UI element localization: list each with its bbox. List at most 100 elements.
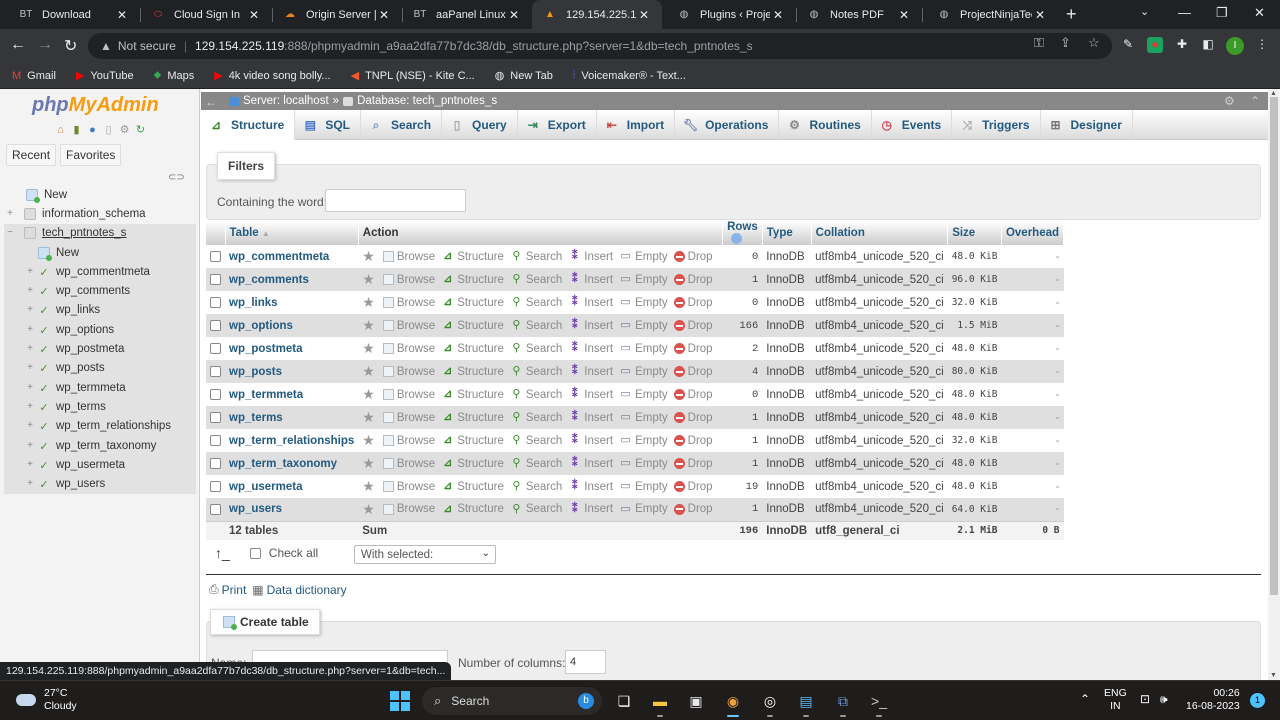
eyedropper-extension-icon[interactable]: ✎ xyxy=(1120,37,1136,53)
browser-tab[interactable]: ◍ Plugins ‹ ProjectN ✕ xyxy=(666,0,796,29)
action-search[interactable]: ⚲ Search xyxy=(510,480,562,493)
table-name-link[interactable]: wp_term_relationships xyxy=(229,435,354,447)
table-name-link[interactable]: wp_links xyxy=(229,297,278,309)
browser-tab[interactable]: ⬭ Cloud Sign In ✕ xyxy=(140,0,272,29)
minimize-button[interactable]: — xyxy=(1178,5,1191,20)
action-drop[interactable]: Drop xyxy=(673,274,713,286)
notifications-badge[interactable]: 1 xyxy=(1250,693,1265,708)
network-app-icon[interactable]: ⧉ xyxy=(831,689,855,717)
bookmark-video[interactable]: ▶ 4k video song bolly... xyxy=(214,69,330,83)
action-search[interactable]: ⚲ Search xyxy=(510,319,562,332)
action-drop[interactable]: Drop xyxy=(673,320,713,332)
col-header-rows[interactable]: Rows xyxy=(722,221,763,245)
key-icon[interactable]: ⚿ xyxy=(1034,35,1044,51)
action-structure[interactable]: ⊿ Structure xyxy=(441,457,504,470)
row-checkbox[interactable] xyxy=(210,342,221,354)
tree-table[interactable]: + ✓ wp_links xyxy=(4,300,196,321)
close-window-button[interactable]: ✕ xyxy=(1254,5,1265,21)
row-checkbox[interactable] xyxy=(210,365,221,377)
terminal-icon[interactable]: >_ xyxy=(867,689,891,717)
action-empty[interactable]: ▭ Empty xyxy=(619,503,667,516)
bookmark-voicemaker[interactable]: ⦙ Voicemaker® - Text... xyxy=(573,69,686,82)
reload-nav-icon[interactable]: ↻ xyxy=(134,124,147,137)
action-browse[interactable]: Browse xyxy=(382,251,435,263)
action-browse[interactable]: Browse xyxy=(382,458,435,470)
expand-icon[interactable]: + xyxy=(24,382,36,394)
action-search[interactable]: ⚲ Search xyxy=(510,457,562,470)
action-structure[interactable]: ⊿ Structure xyxy=(441,365,504,378)
favorite-star-icon[interactable]: ★ xyxy=(362,271,375,288)
bing-icon[interactable]: b xyxy=(578,693,594,709)
table-name-link[interactable]: wp_usermeta xyxy=(229,481,303,493)
action-structure[interactable]: ⊿ Structure xyxy=(441,273,504,286)
number-of-columns-input[interactable]: 4 xyxy=(565,650,606,674)
action-empty[interactable]: ▭ Empty xyxy=(619,434,667,447)
page-scrollbar[interactable]: ▲ ▼ xyxy=(1268,89,1280,680)
favorite-star-icon[interactable]: ★ xyxy=(362,455,375,472)
extensions-puzzle-icon[interactable]: ✚ xyxy=(1174,37,1190,53)
expand-icon[interactable]: + xyxy=(24,266,36,278)
action-structure[interactable]: ⊿ Structure xyxy=(441,480,504,493)
action-browse[interactable]: Browse xyxy=(382,503,435,515)
action-browse[interactable]: Browse xyxy=(382,412,435,424)
network-icon[interactable]: ⊡ xyxy=(1140,693,1150,706)
action-structure[interactable]: ⊿ Structure xyxy=(441,342,504,355)
scroll-down-arrow[interactable]: ▼ xyxy=(1270,672,1277,679)
tab-import[interactable]: ⇤ Import xyxy=(597,110,676,140)
taskbar-search[interactable]: ⌕ Search b xyxy=(422,687,602,715)
action-insert[interactable]: ⁑ Insert xyxy=(568,388,613,401)
action-insert[interactable]: ⁑ Insert xyxy=(568,342,613,355)
action-insert[interactable]: ⁑ Insert xyxy=(568,273,613,286)
tree-table[interactable]: + ✓ wp_terms xyxy=(4,397,196,417)
browser-tab[interactable]: ☁ Origin Server | pr ✕ xyxy=(272,0,402,29)
action-structure[interactable]: ⊿ Structure xyxy=(441,388,504,401)
tab-search[interactable]: ⌕ Search xyxy=(361,110,443,140)
volume-icon[interactable]: 🕪︎ xyxy=(1160,693,1168,706)
table-name-link[interactable]: wp_term_taxonomy xyxy=(229,458,337,470)
tree-new-table[interactable]: New xyxy=(4,242,196,263)
notepad-icon[interactable]: ▤ xyxy=(794,689,818,717)
favorite-star-icon[interactable]: ★ xyxy=(362,363,375,380)
scroll-up-arrow[interactable]: ▲ xyxy=(1270,90,1277,97)
col-header-size[interactable]: Size xyxy=(947,221,1002,245)
table-name-link[interactable]: wp_posts xyxy=(229,366,282,378)
action-empty[interactable]: ▭ Empty xyxy=(619,388,667,401)
phpmyadmin-logo[interactable]: phpMyAdmin xyxy=(32,94,159,117)
tree-table[interactable]: + ✓ wp_term_taxonomy xyxy=(4,435,196,456)
action-drop[interactable]: Drop xyxy=(673,458,713,470)
action-empty[interactable]: ▭ Empty xyxy=(619,296,667,309)
action-structure[interactable]: ⊿ Structure xyxy=(441,296,504,309)
favorite-star-icon[interactable]: ★ xyxy=(362,340,375,357)
action-drop[interactable]: Drop xyxy=(673,503,713,515)
action-structure[interactable]: ⊿ Structure xyxy=(441,434,504,447)
close-tab-icon[interactable]: ✕ xyxy=(114,8,130,22)
action-search[interactable]: ⚲ Search xyxy=(510,296,562,309)
filter-word-input[interactable] xyxy=(325,189,466,212)
favorite-star-icon[interactable]: ★ xyxy=(362,501,375,518)
link-with-main-icon[interactable]: ⊂⊃ xyxy=(168,172,185,183)
show-hidden-icons[interactable]: ⌃ xyxy=(1080,693,1090,706)
action-insert[interactable]: ⁑ Insert xyxy=(568,457,613,470)
browser-tab[interactable]: ◍ Notes PDF ✕ xyxy=(796,0,922,29)
row-checkbox[interactable] xyxy=(210,250,221,262)
security-status[interactable]: Not secure xyxy=(118,39,176,53)
action-browse[interactable]: Browse xyxy=(382,389,435,401)
expand-icon[interactable]: + xyxy=(24,440,36,452)
settings-gear-icon[interactable]: ⚙ xyxy=(1224,94,1235,108)
browser-menu-icon[interactable]: ⋮ xyxy=(1254,37,1270,53)
collapse-nav-icon[interactable]: ← xyxy=(205,95,217,109)
action-empty[interactable]: ▭ Empty xyxy=(619,250,667,263)
recent-button[interactable]: Recent xyxy=(6,144,57,166)
table-name-link[interactable]: wp_terms xyxy=(229,412,283,424)
browser-tab-active[interactable]: ▲ 129.154.225.119:8 ✕ xyxy=(532,0,662,29)
close-tab-icon[interactable]: ✕ xyxy=(506,8,522,22)
favorite-star-icon[interactable]: ★ xyxy=(362,478,375,495)
browser-tab[interactable]: ◍ ProjectNinjaTech ✕ xyxy=(926,0,1058,29)
expand-icon[interactable]: + xyxy=(24,478,36,490)
favorite-star-icon[interactable]: ★ xyxy=(362,248,375,265)
tree-table[interactable]: + ✓ wp_commentmeta xyxy=(4,262,196,282)
row-checkbox[interactable] xyxy=(210,434,221,446)
expand-icon[interactable]: + xyxy=(24,401,36,413)
tree-table[interactable]: + ✓ wp_posts xyxy=(4,358,196,378)
expand-icon[interactable]: + xyxy=(24,304,36,316)
